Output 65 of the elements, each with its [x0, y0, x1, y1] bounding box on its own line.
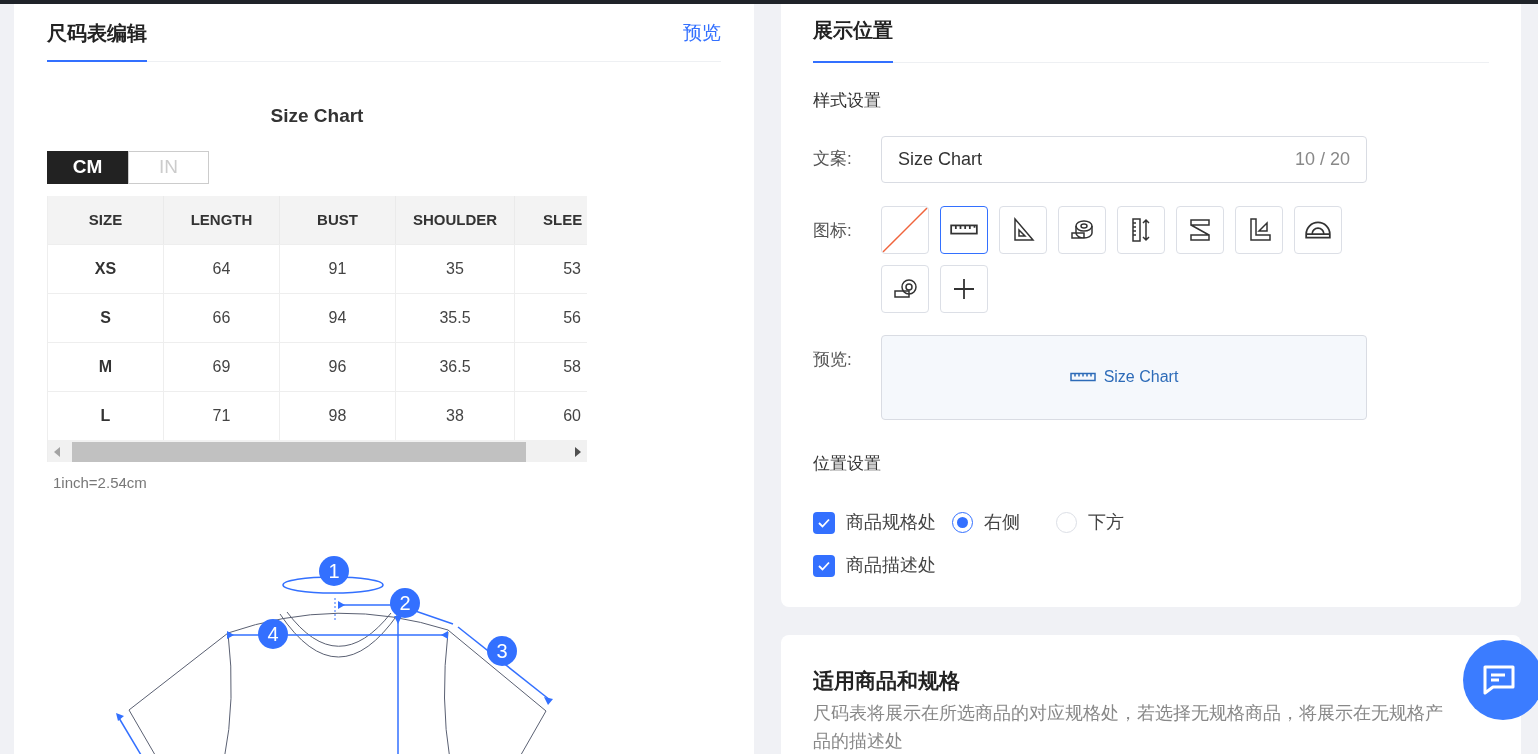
position-heading: 位置设置	[813, 452, 882, 475]
text-input[interactable]: Size Chart	[898, 145, 1198, 173]
table-cell: 96	[280, 342, 396, 391]
ruler-icon	[1069, 372, 1096, 382]
column-header: LENGTH	[164, 195, 280, 244]
column-header: SHOULDER	[396, 195, 515, 244]
placement-radio[interactable]: 右侧	[952, 509, 1020, 536]
text-label: 文案:	[813, 148, 853, 171]
table-cell: 58	[515, 342, 587, 391]
radio-label: 下方	[1088, 511, 1124, 534]
display-tab[interactable]: 展示位置	[813, 15, 893, 63]
table-cell: 69	[164, 342, 280, 391]
unit-note: 1inch=2.54cm	[53, 472, 148, 493]
checkbox[interactable]	[813, 511, 835, 534]
checkbox-label: 商品规格处	[846, 511, 936, 534]
protractor-icon	[1305, 220, 1331, 239]
table-cell: 53	[515, 244, 587, 293]
table-cell: 35.5	[396, 293, 515, 342]
table-cell: 64	[164, 244, 280, 293]
table-cell: L	[48, 391, 164, 440]
plus-icon	[952, 276, 976, 301]
placement-radio[interactable]: 下方	[1056, 509, 1124, 536]
radio-label: 右侧	[984, 511, 1020, 534]
products-title: 适用商品和规格	[813, 668, 961, 694]
icon-label: 图标:	[813, 219, 853, 242]
checkbox[interactable]	[813, 554, 835, 577]
measurement-marker: 4	[258, 619, 288, 649]
table-cell: 66	[164, 293, 280, 342]
preview-text: Size Chart	[1103, 367, 1179, 387]
preview-link[interactable]: 预览	[683, 18, 721, 62]
scroll-right-icon[interactable]	[573, 446, 581, 457]
text-input-field[interactable]: Size Chart 10 / 20	[881, 135, 1367, 183]
editor-tab[interactable]: 尺码表编辑	[47, 18, 147, 63]
table-cell: S	[48, 293, 164, 342]
unit-toggle[interactable]: CM	[47, 150, 128, 184]
measurement-marker: 2	[390, 588, 420, 618]
table-cell: 98	[280, 391, 396, 440]
position-checkbox[interactable]: 商品描述处	[813, 552, 936, 579]
style-heading: 样式设置	[813, 90, 882, 112]
character-count: 10 / 20	[1294, 147, 1350, 171]
table-cell: 91	[280, 244, 396, 293]
column-header: BUST	[280, 195, 396, 244]
measurement-marker: 1	[319, 556, 349, 586]
chart-title: Size Chart	[269, 104, 365, 129]
measurement-marker: 3	[487, 636, 517, 666]
products-description: 尺码表将展示在所选商品的对应规格处，若选择无规格商品，将展示在无规格产品的描述处	[813, 701, 1443, 753]
position-checkbox[interactable]: 商品规格处	[813, 509, 936, 536]
horizontal-scrollbar[interactable]	[48, 439, 587, 462]
table-cell: XS	[48, 244, 164, 293]
table-cell: 71	[164, 391, 280, 440]
preview-label: 预览:	[813, 348, 853, 371]
checkbox-label: 商品描述处	[846, 554, 936, 577]
table-cell: 60	[515, 391, 587, 440]
table-cell: 94	[280, 293, 396, 342]
table-cell: 36.5	[396, 342, 515, 391]
column-header: SIZE	[48, 195, 164, 244]
table-cell: 38	[396, 391, 515, 440]
column-header: SLEE	[515, 195, 587, 244]
no-icon-slash-icon	[882, 206, 928, 253]
table-cell: 35	[396, 244, 515, 293]
table-cell: M	[48, 342, 164, 391]
ruler-icon	[950, 224, 978, 235]
scrollbar-thumb[interactable]	[72, 441, 526, 462]
table-cell: 56	[515, 293, 587, 342]
icon-option[interactable]	[940, 205, 988, 254]
